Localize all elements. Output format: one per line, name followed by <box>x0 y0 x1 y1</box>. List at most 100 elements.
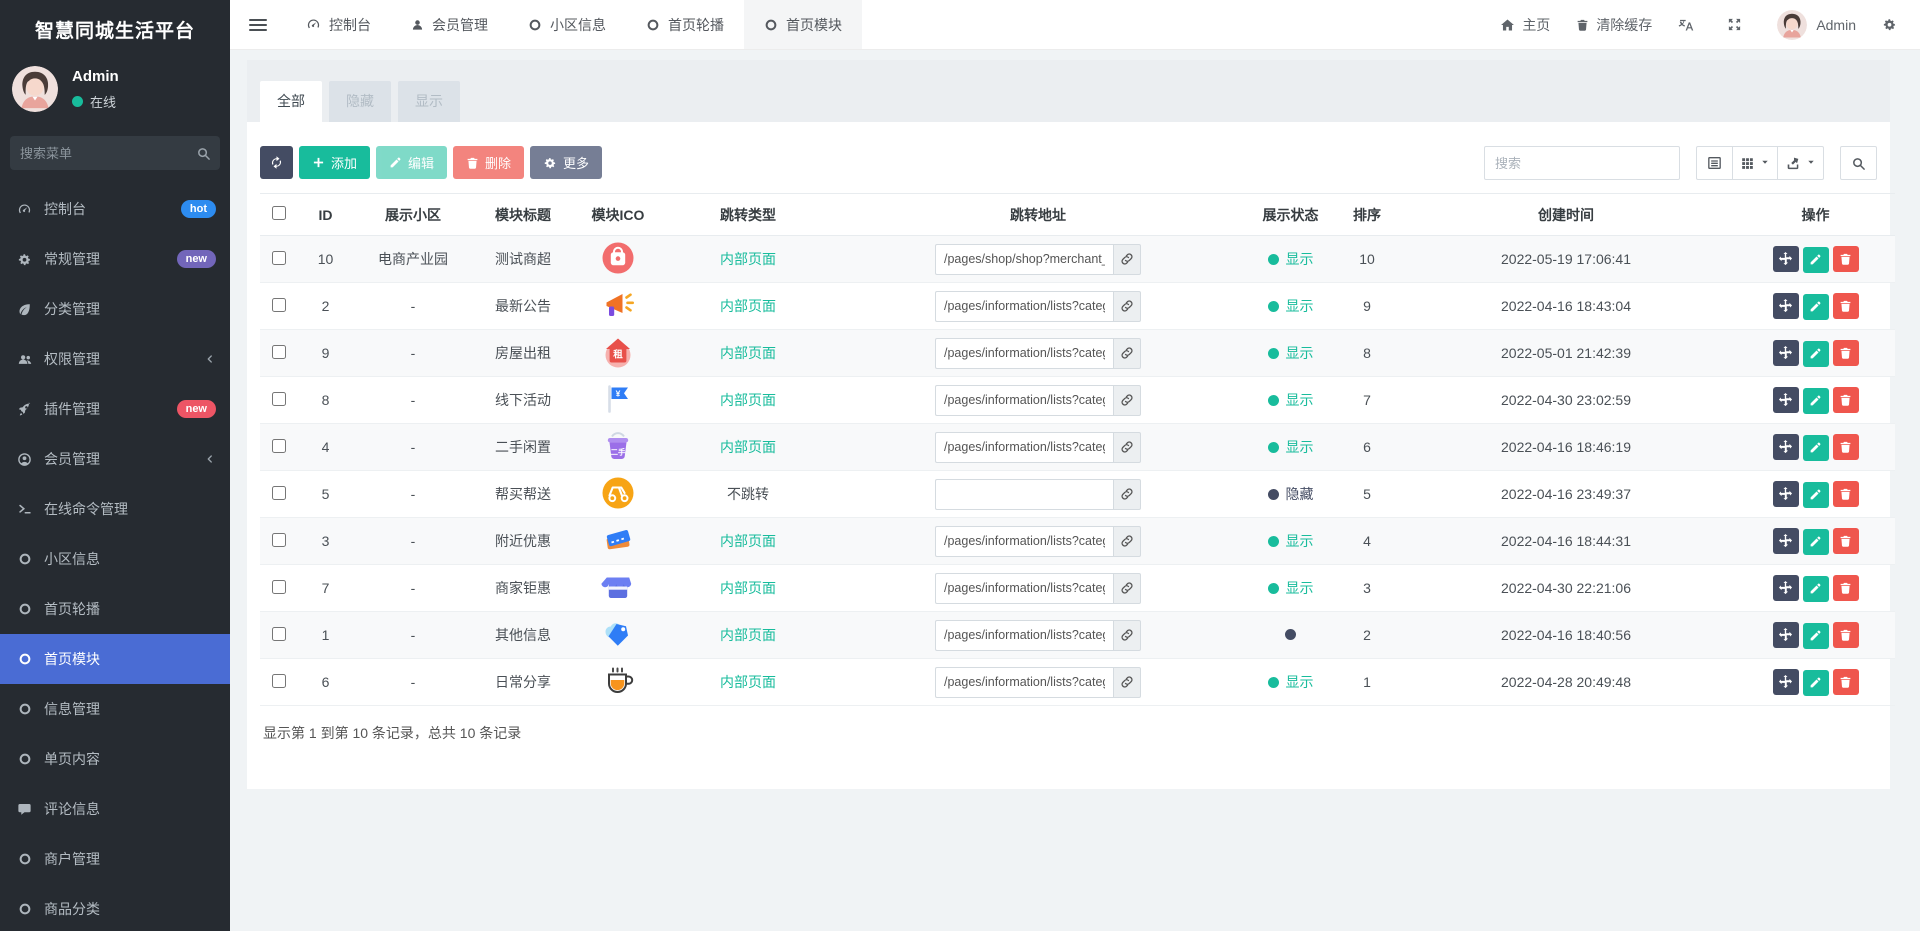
drag-move-button[interactable] <box>1772 621 1799 648</box>
row-delete-button[interactable] <box>1832 387 1859 413</box>
drag-move-button[interactable] <box>1772 480 1799 507</box>
columns-button[interactable] <box>1733 146 1778 180</box>
user-avatar[interactable] <box>12 66 58 112</box>
drag-move-button[interactable] <box>1772 527 1799 554</box>
home-link[interactable]: 主页 <box>1500 15 1550 35</box>
row-delete-button[interactable] <box>1832 340 1859 366</box>
row-checkbox[interactable] <box>272 438 286 453</box>
drag-move-button[interactable] <box>1772 574 1799 601</box>
column-header[interactable]: 跳转类型 <box>663 193 833 236</box>
cell-status[interactable] <box>1243 611 1338 659</box>
row-checkbox[interactable] <box>272 626 286 641</box>
drag-move-button[interactable] <box>1772 292 1799 319</box>
avatar[interactable] <box>1777 9 1808 40</box>
row-edit-button[interactable] <box>1802 434 1829 461</box>
sidebar-item-command[interactable]: 在线命令管理 <box>0 484 230 534</box>
link-button[interactable] <box>1113 243 1141 275</box>
hamburger-icon[interactable] <box>230 0 286 49</box>
cell-status[interactable]: 显示 <box>1243 282 1338 330</box>
row-checkbox[interactable] <box>272 532 286 547</box>
link-button[interactable] <box>1113 525 1141 557</box>
link-button[interactable] <box>1113 478 1141 510</box>
row-checkbox[interactable] <box>272 250 286 265</box>
topnav-tab-dashboard[interactable]: 控制台 <box>286 0 391 49</box>
row-checkbox[interactable] <box>272 485 286 500</box>
sidebar-item-home-banner[interactable]: 首页轮播 <box>0 584 230 634</box>
column-header[interactable]: 模块ICO <box>573 193 663 236</box>
jump-url-input[interactable] <box>935 290 1113 322</box>
row-delete-button[interactable] <box>1832 575 1859 601</box>
cell-status[interactable]: 显示 <box>1243 517 1338 565</box>
column-header[interactable]: 模块标题 <box>473 193 573 236</box>
filter-tab-shown[interactable]: 显示 <box>398 81 460 122</box>
drag-move-button[interactable] <box>1772 245 1799 272</box>
select-all-checkbox[interactable] <box>272 206 286 220</box>
row-edit-button[interactable] <box>1802 528 1829 555</box>
link-button[interactable] <box>1113 666 1141 698</box>
topnav-tab-member[interactable]: 会员管理 <box>391 0 508 49</box>
topnav-tab-home-banner[interactable]: 首页轮播 <box>626 0 744 49</box>
jump-url-input[interactable] <box>935 243 1113 275</box>
cell-status[interactable]: 显示 <box>1243 329 1338 377</box>
cell-status[interactable]: 显示 <box>1243 376 1338 424</box>
row-delete-button[interactable] <box>1832 434 1859 460</box>
row-checkbox-cell[interactable] <box>260 235 298 283</box>
row-edit-button[interactable] <box>1802 669 1829 696</box>
detail-view-button[interactable] <box>1696 146 1733 180</box>
link-button[interactable] <box>1113 290 1141 322</box>
edit-button[interactable]: 编辑 <box>376 146 448 179</box>
add-button[interactable]: 添加 <box>299 146 371 179</box>
row-checkbox[interactable] <box>272 673 286 688</box>
row-checkbox[interactable] <box>272 391 286 406</box>
row-edit-button[interactable] <box>1802 246 1829 273</box>
link-button[interactable] <box>1113 384 1141 416</box>
row-edit-button[interactable] <box>1802 387 1829 414</box>
sidebar-item-member[interactable]: 会员管理 <box>0 434 230 484</box>
clear-cache-link[interactable]: 清除缓存 <box>1576 15 1652 35</box>
row-checkbox-cell[interactable] <box>260 423 298 471</box>
row-checkbox-cell[interactable] <box>260 376 298 424</box>
jump-url-input[interactable] <box>935 431 1113 463</box>
row-checkbox[interactable] <box>272 344 286 359</box>
topnav-tab-home-module[interactable]: 首页模块 <box>744 0 862 49</box>
username[interactable]: Admin <box>1816 17 1856 33</box>
row-checkbox-cell[interactable] <box>260 517 298 565</box>
column-header[interactable]: 操作 <box>1736 193 1895 236</box>
jump-url-input[interactable] <box>935 666 1113 698</box>
row-checkbox-cell[interactable] <box>260 611 298 659</box>
cell-status[interactable]: 显示 <box>1243 564 1338 612</box>
jump-url-input[interactable] <box>935 572 1113 604</box>
language-button[interactable] <box>1678 17 1701 32</box>
header-checkbox-cell[interactable] <box>260 193 298 236</box>
row-checkbox-cell[interactable] <box>260 564 298 612</box>
row-checkbox-cell[interactable] <box>260 470 298 518</box>
table-search-input[interactable] <box>1484 146 1680 180</box>
filter-tab-hidden[interactable]: 隐藏 <box>329 81 391 122</box>
row-delete-button[interactable] <box>1832 293 1859 319</box>
row-delete-button[interactable] <box>1832 669 1859 695</box>
column-header[interactable]: 创建时间 <box>1396 193 1736 236</box>
column-header[interactable]: 排序 <box>1338 193 1396 236</box>
jump-url-input[interactable] <box>935 478 1113 510</box>
search-submit-button[interactable] <box>1840 146 1877 180</box>
drag-move-button[interactable] <box>1772 668 1799 695</box>
row-edit-button[interactable] <box>1802 575 1829 602</box>
row-edit-button[interactable] <box>1802 481 1829 508</box>
sidebar-item-auth[interactable]: 权限管理 <box>0 334 230 384</box>
sidebar-item-merchant[interactable]: 商户管理 <box>0 834 230 884</box>
column-header[interactable]: 跳转地址 <box>833 193 1243 236</box>
row-checkbox[interactable] <box>272 579 286 594</box>
sidebar-item-information[interactable]: 信息管理 <box>0 684 230 734</box>
settings-button[interactable] <box>1882 17 1904 32</box>
jump-url-input[interactable] <box>935 619 1113 651</box>
link-button[interactable] <box>1113 572 1141 604</box>
row-edit-button[interactable] <box>1802 622 1829 649</box>
delete-button[interactable]: 删除 <box>453 146 525 179</box>
row-checkbox-cell[interactable] <box>260 329 298 377</box>
cell-status[interactable]: 隐藏 <box>1243 470 1338 518</box>
cell-status[interactable]: 显示 <box>1243 658 1338 706</box>
column-header[interactable]: 展示小区 <box>353 193 473 236</box>
sidebar-item-addon[interactable]: 插件管理 new <box>0 384 230 434</box>
row-delete-button[interactable] <box>1832 481 1859 507</box>
refresh-button[interactable] <box>260 146 293 179</box>
